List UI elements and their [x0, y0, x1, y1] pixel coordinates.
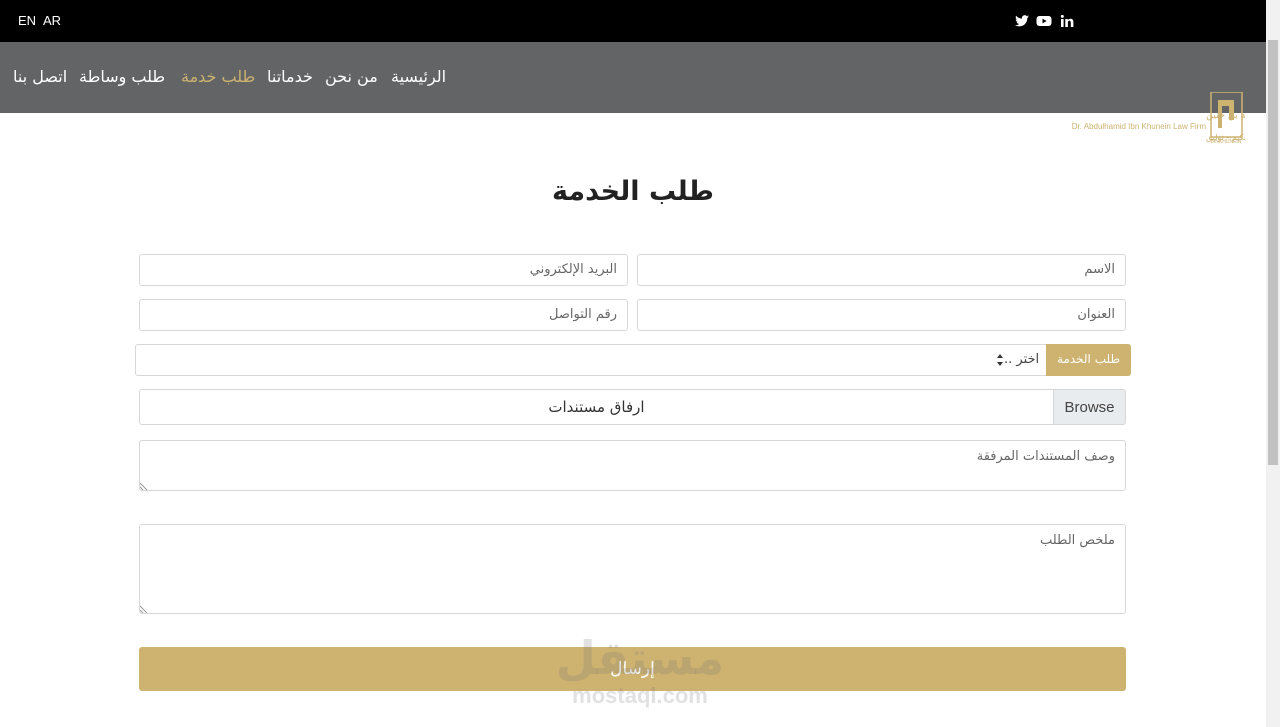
- firm-logo[interactable]: BINKHUNEIN مكتب د. عبدالحميد بن راشد بن …: [1040, 91, 1280, 146]
- nav-item-about[interactable]: من نحن: [325, 67, 378, 86]
- logo-arabic-name: مكتب د. عبدالحميد بن راشد بن خنين: [1206, 110, 1245, 121]
- scrollbar-thumb[interactable]: [1268, 40, 1278, 465]
- lang-en-link[interactable]: EN: [18, 13, 36, 28]
- file-upload-label: ارفاق مستندات: [548, 398, 645, 416]
- nav-item-services[interactable]: خدماتنا: [267, 67, 313, 86]
- logo-tagline: استشارات - محاماة - تحكيم - توليق: [1206, 133, 1245, 142]
- submit-button[interactable]: إرسال: [139, 647, 1126, 691]
- docs-description-textarea[interactable]: وصف المستندات المرفقة: [139, 440, 1126, 491]
- service-select[interactable]: [135, 344, 1047, 376]
- select-arrows-icon: [997, 354, 1003, 366]
- linkedin-icon[interactable]: [1059, 13, 1075, 29]
- phone-field[interactable]: رقم التواصل: [139, 299, 628, 331]
- logo-english-name: Dr. Abdulhamid Ibn Khunein Law Firm: [1072, 122, 1207, 131]
- top-bar: EN AR: [0, 0, 1266, 42]
- service-select-value[interactable]: اختر ..: [1004, 352, 1039, 367]
- youtube-icon[interactable]: [1036, 13, 1052, 29]
- resize-handle-icon[interactable]: [140, 482, 148, 490]
- nav-item-service-request[interactable]: طلب خدمة: [181, 67, 255, 86]
- address-field[interactable]: العنوان: [637, 299, 1126, 331]
- nav-item-home[interactable]: الرئيسية: [391, 67, 446, 86]
- summary-textarea[interactable]: ملخص الطلب: [139, 524, 1126, 614]
- main-navbar: اتصل بنا طلب وساطة طلب خدمة خدماتنا من ن…: [0, 42, 1280, 145]
- browse-button[interactable]: Browse: [1053, 389, 1126, 425]
- twitter-icon[interactable]: [1014, 13, 1030, 29]
- email-field[interactable]: البريد الإلكتروني: [139, 254, 628, 286]
- nav-item-contact[interactable]: اتصل بنا: [13, 67, 67, 86]
- page-title: طلب الخدمة: [552, 176, 714, 207]
- service-select-label: طلب الخدمة: [1046, 344, 1131, 376]
- name-field[interactable]: الاسم: [637, 254, 1126, 286]
- nav-item-mediation[interactable]: طلب وساطة: [79, 67, 165, 86]
- lang-ar-link[interactable]: AR: [43, 13, 61, 28]
- resize-handle-icon[interactable]: [140, 605, 148, 613]
